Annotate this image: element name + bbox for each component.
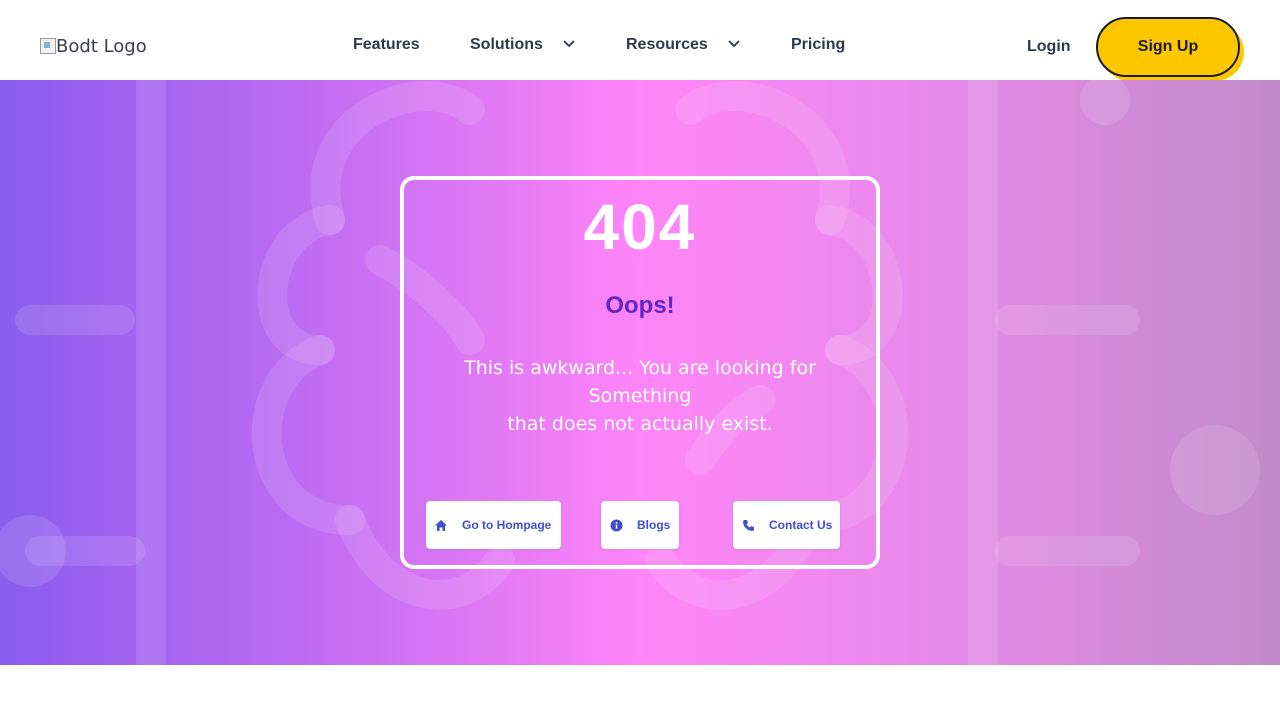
chevron-down-icon [563,39,575,51]
error-message-line-2: that does not actually exist. [507,413,773,435]
error-code: 404 [583,191,697,263]
nav-pricing-label: Pricing [791,36,846,53]
brand-logo[interactable]: Bodt Logo [40,34,147,58]
go-homepage-label: Go to Hompage [462,518,552,532]
blogs-button[interactable]: Blogs [601,501,679,549]
phone-icon [741,518,755,532]
nav-features-label: Features [353,36,420,53]
broken-image-icon [40,38,56,54]
nav-solutions-label: Solutions [470,36,543,53]
signup-button[interactable]: Sign Up [1096,17,1240,77]
info-icon [609,518,623,532]
error-heading: Oops! [605,292,675,319]
logo-alt-text: Bodt Logo [56,35,147,57]
nav-pricing[interactable]: Pricing [791,36,845,54]
nav-resources-label: Resources [626,36,708,53]
nav-solutions[interactable]: Solutions [470,36,575,54]
contact-us-label: Contact Us [769,518,833,532]
error-message: This is awkward... You are looking for S… [440,354,840,438]
login-link[interactable]: Login [1027,38,1071,56]
error-hero: 404 Oops! This is awkward... You are loo… [0,80,1280,665]
nav-resources[interactable]: Resources [626,36,740,54]
nav-features[interactable]: Features [353,36,420,54]
contact-us-button[interactable]: Contact Us [733,501,840,549]
error-message-line-1: This is awkward... You are looking for S… [464,357,816,407]
go-homepage-button[interactable]: Go to Hompage [426,501,561,549]
chevron-down-icon [728,39,740,51]
blogs-label: Blogs [637,518,671,532]
signup-button-wrap: Sign Up [1096,17,1244,81]
site-header: Bodt Logo Features Solutions Resources P… [0,0,1280,81]
home-icon [434,518,448,532]
